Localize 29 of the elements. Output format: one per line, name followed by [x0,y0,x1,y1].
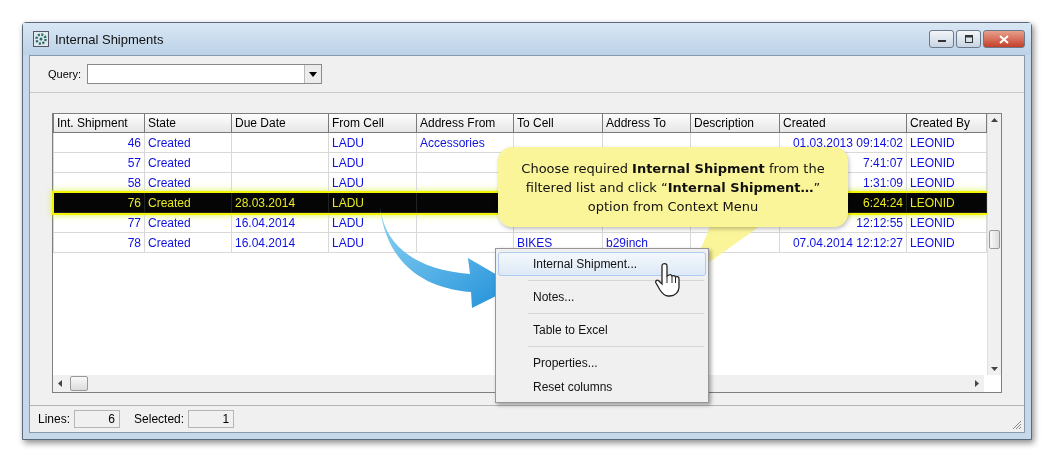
query-label: Query: [48,68,81,80]
table-cell: Created [144,152,232,173]
lines-label: Lines: [38,412,71,426]
table-cell: LADU [328,152,417,173]
selected-count: 1 [188,410,235,428]
table-cell: LEONID [906,232,987,253]
window-title: Internal Shipments [55,31,164,47]
table-cell: Created [144,232,232,253]
table-cell: 78 [53,232,145,253]
table-cell: 58 [53,172,145,193]
table-cell: 16.04.2014 [231,232,329,253]
table-cell: LEONID [906,132,987,153]
table-cell: LEONID [906,152,987,173]
table-cell: Created [144,212,232,233]
table-cell: Created [144,132,232,153]
table-cell: LADU [328,132,417,153]
table-cell: Created [144,192,232,213]
table-cell: 46 [53,132,145,153]
table-cell: 16.04.2014 [231,212,329,233]
table-cell: LEONID [906,192,987,213]
table-cell: LEONID [906,212,987,233]
selected-label: Selected: [134,412,185,426]
lines-count: 6 [74,410,121,428]
table-cell: 07.04.2014 12:12:27 [779,232,907,253]
table-cell: 76 [53,192,145,213]
table-cell: 77 [53,212,145,233]
table-cell: 28.03.2014 [231,192,329,213]
table-cell: LADU [328,192,417,213]
table-cell: 57 [53,152,145,173]
